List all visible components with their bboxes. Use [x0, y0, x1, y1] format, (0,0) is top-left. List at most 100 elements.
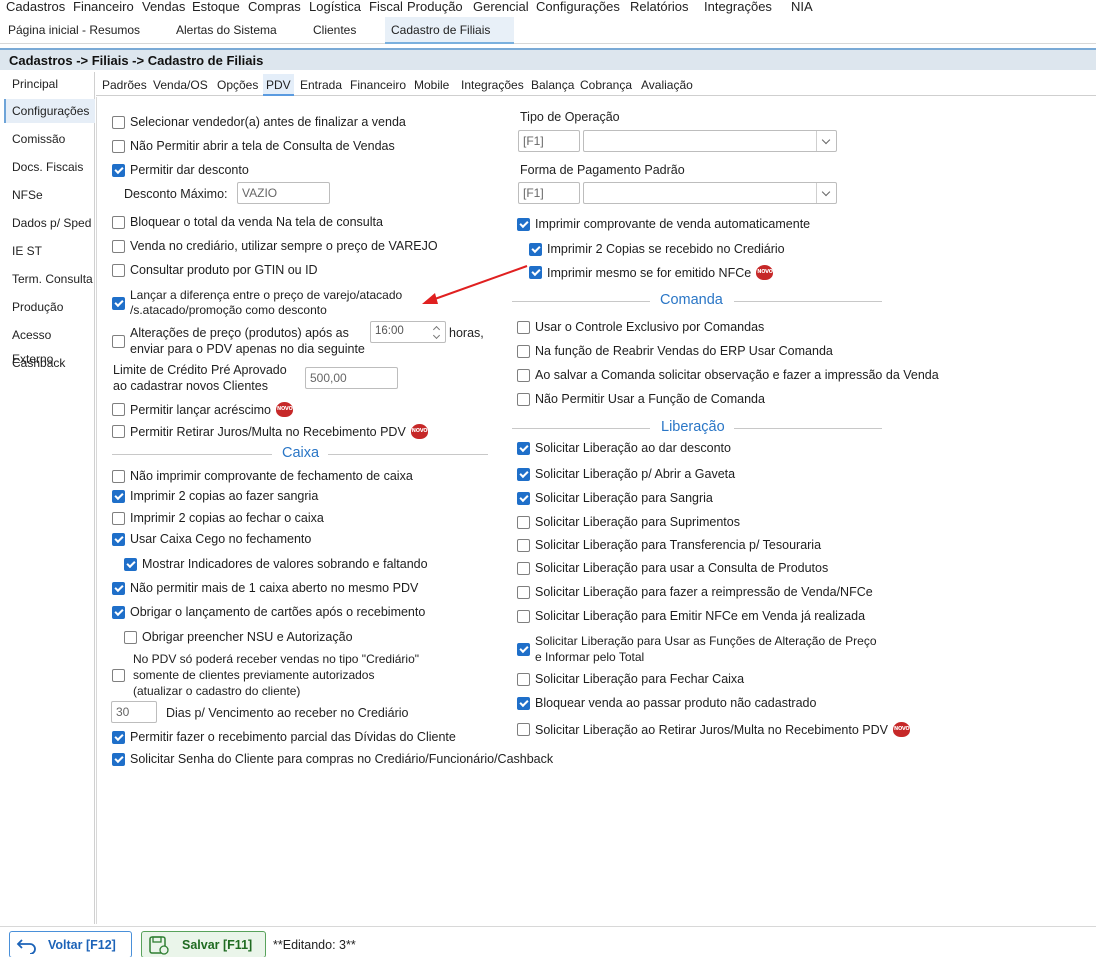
subtab-avaliacao[interactable]: Avaliação	[641, 74, 693, 96]
nav-item-comissao[interactable]: Comissão	[4, 127, 95, 151]
menu-item-cadastros[interactable]: Cadastros	[6, 0, 65, 13]
option-liberacao-desconto[interactable]: Solicitar Liberação ao dar desconto	[517, 441, 731, 455]
checkbox[interactable]	[517, 672, 530, 686]
subtab-mobile[interactable]: Mobile	[414, 74, 449, 96]
checkbox[interactable]	[517, 642, 530, 656]
checkbox[interactable]	[112, 163, 125, 177]
checkbox[interactable]	[112, 115, 125, 129]
option-bloquear-total[interactable]: Bloquear o total da venda Na tela de con…	[112, 215, 383, 229]
checkbox[interactable]	[529, 266, 542, 279]
option-imprimir-2-copias-crediario[interactable]: Imprimir 2 Copias se recebido no Crediár…	[529, 242, 785, 256]
subtab-pdv[interactable]: PDV	[263, 74, 294, 96]
checkbox[interactable]	[517, 538, 530, 552]
checkbox[interactable]	[517, 515, 530, 529]
menu-item-producao[interactable]: Produção	[407, 0, 463, 13]
tab-pagina-inicial[interactable]: Página inicial - Resumos	[2, 17, 146, 44]
option-liberacao-consulta-produtos[interactable]: Solicitar Liberação para usar a Consulta…	[517, 561, 828, 575]
checkbox[interactable]	[124, 630, 137, 644]
checkbox[interactable]	[517, 392, 530, 406]
checkbox[interactable]	[529, 242, 542, 256]
option-salvar-comanda[interactable]: Ao salvar a Comanda solicitar observação…	[517, 368, 939, 382]
option-liberacao-suprimentos[interactable]: Solicitar Liberação para Suprimentos	[517, 515, 740, 529]
menu-item-financeiro[interactable]: Financeiro	[73, 0, 134, 13]
menu-item-estoque[interactable]: Estoque	[192, 0, 240, 13]
option-nao-permitir-comanda[interactable]: Não Permitir Usar a Função de Comanda	[517, 392, 765, 406]
option-nao-permitir-consulta[interactable]: Não Permitir abrir a tela de Consulta de…	[112, 139, 395, 153]
subtab-entrada[interactable]: Entrada	[300, 74, 342, 96]
checkbox[interactable]	[112, 425, 125, 438]
menu-item-nia[interactable]: NIA	[791, 0, 813, 13]
nav-item-principal[interactable]: Principal	[4, 72, 95, 96]
nav-item-producao[interactable]: Produção	[4, 295, 95, 319]
checkbox[interactable]	[112, 403, 125, 416]
checkbox[interactable]	[517, 723, 530, 736]
option-imprimir-comprovante[interactable]: Imprimir comprovante de venda automatica…	[517, 217, 810, 231]
forma-pagamento-select[interactable]	[583, 182, 837, 204]
option-imprimir-mesmo-nfce[interactable]: Imprimir mesmo se for emitido NFCe NOVO	[529, 265, 774, 280]
checkbox[interactable]	[112, 139, 125, 153]
checkbox[interactable]	[517, 344, 530, 358]
chevron-down-icon[interactable]	[816, 131, 836, 151]
tab-clientes[interactable]: Clientes	[307, 17, 362, 44]
checkbox[interactable]	[112, 215, 125, 229]
salvar-button[interactable]: Salvar [F11]	[141, 931, 266, 957]
menu-item-fiscal[interactable]: Fiscal	[369, 0, 403, 13]
desconto-maximo-input[interactable]: VAZIO	[237, 182, 330, 204]
option-imprimir-sangria[interactable]: Imprimir 2 copias ao fazer sangria	[112, 489, 318, 503]
checkbox[interactable]	[517, 696, 530, 710]
option-liberacao-fechar-caixa[interactable]: Solicitar Liberação para Fechar Caixa	[517, 672, 744, 686]
checkbox[interactable]	[517, 609, 530, 623]
checkbox[interactable]	[112, 581, 125, 595]
checkbox[interactable]	[517, 491, 530, 505]
option-nao-permitir-mais-caixa[interactable]: Não permitir mais de 1 caixa aberto no m…	[112, 581, 418, 595]
checkbox[interactable]	[112, 334, 125, 348]
option-permitir-desconto[interactable]: Permitir dar desconto	[112, 163, 249, 177]
voltar-button[interactable]: Voltar [F12]	[9, 931, 132, 957]
checkbox[interactable]	[112, 296, 125, 310]
nav-item-nfse[interactable]: NFSe	[4, 183, 95, 207]
option-caixa-cego[interactable]: Usar Caixa Cego no fechamento	[112, 532, 311, 546]
option-imprimir-fechar[interactable]: Imprimir 2 copias ao fechar o caixa	[112, 511, 324, 525]
dias-vencimento-input[interactable]: 30	[111, 701, 157, 723]
subtab-financeiro[interactable]: Financeiro	[350, 74, 406, 96]
checkbox[interactable]	[112, 605, 125, 619]
subtab-venda-os[interactable]: Venda/OS	[153, 74, 208, 96]
option-permitir-retirar-juros[interactable]: Permitir Retirar Juros/Multa no Recebime…	[112, 424, 428, 439]
checkbox[interactable]	[112, 263, 125, 277]
option-liberacao-gaveta[interactable]: Solicitar Liberação p/ Abrir a Gaveta	[517, 467, 735, 481]
checkbox[interactable]	[517, 561, 530, 575]
nav-item-acesso-externo[interactable]: Acesso Externo	[4, 323, 95, 366]
option-liberacao-emitir-nfce[interactable]: Solicitar Liberação para Emitir NFCe em …	[517, 609, 865, 623]
option-permitir-acrescimo[interactable]: Permitir lançar acréscimo NOVO	[112, 402, 294, 417]
nav-item-ie-st[interactable]: IE ST	[4, 239, 95, 263]
menu-item-logistica[interactable]: Logística	[309, 0, 361, 13]
tipo-operacao-select[interactable]	[583, 130, 837, 152]
option-venda-crediario[interactable]: Venda no crediário, utilizar sempre o pr…	[112, 239, 438, 253]
subtab-padroes[interactable]: Padrões	[102, 74, 147, 96]
option-mostrar-indicadores[interactable]: Mostrar Indicadores de valores sobrando …	[124, 557, 428, 571]
option-liberacao-sangria[interactable]: Solicitar Liberação para Sangria	[517, 491, 713, 505]
option-lancar-diferenca[interactable]: Lançar a diferença entre o preço de vare…	[112, 288, 402, 318]
subtab-opcoes[interactable]: Opções	[217, 74, 258, 96]
option-liberacao-reimpressao[interactable]: Solicitar Liberação para fazer a reimpre…	[517, 585, 873, 599]
checkbox[interactable]	[112, 511, 125, 525]
option-obrigar-nsu[interactable]: Obrigar preencher NSU e Autorização	[124, 630, 353, 644]
option-reabrir-vendas-comanda[interactable]: Na função de Reabrir Vendas do ERP Usar …	[517, 344, 833, 358]
checkbox[interactable]	[112, 532, 125, 546]
option-liberacao-retirar-juros[interactable]: Solicitar Liberação ao Retirar Juros/Mul…	[517, 722, 910, 737]
tab-alertas[interactable]: Alertas do Sistema	[170, 17, 283, 44]
option-solicitar-senha[interactable]: Solicitar Senha do Cliente para compras …	[112, 752, 553, 766]
subtab-cobranca[interactable]: Cobrança	[580, 74, 632, 96]
option-obrigar-cartoes[interactable]: Obrigar o lançamento de cartões após o r…	[112, 605, 425, 619]
checkbox[interactable]	[517, 585, 530, 599]
nav-item-docs-fiscais[interactable]: Docs. Fiscais	[4, 155, 95, 179]
checkbox[interactable]	[112, 239, 125, 253]
nav-item-term-consulta[interactable]: Term. Consulta	[4, 267, 95, 291]
checkbox[interactable]	[517, 441, 530, 455]
option-selecionar-vendedor[interactable]: Selecionar vendedor(a) antes de finaliza…	[112, 115, 406, 129]
subtab-integracoes[interactable]: Integrações	[461, 74, 524, 96]
menu-item-compras[interactable]: Compras	[248, 0, 301, 13]
option-usar-controle-comandas[interactable]: Usar o Controle Exclusivo por Comandas	[517, 320, 764, 334]
option-alteracoes-preco[interactable]: Alterações de preço (produtos) após as e…	[112, 325, 365, 357]
tipo-operacao-code-input[interactable]: [F1]	[518, 130, 580, 152]
